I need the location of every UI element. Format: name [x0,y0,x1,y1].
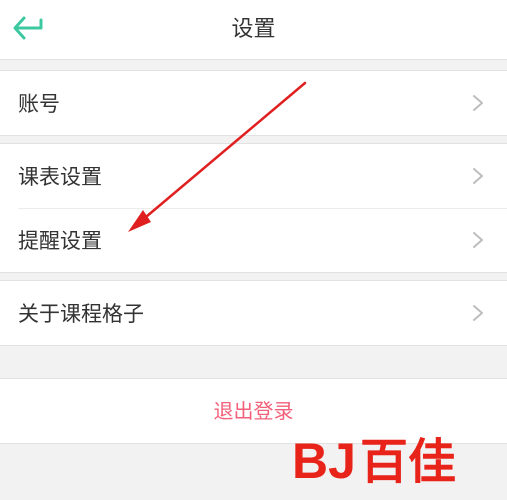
settings-item-label: 关于课程格子 [18,302,144,326]
settings-item-about[interactable]: 关于课程格子 [0,281,507,345]
svg-text:百佳: 百佳 [360,434,456,490]
svg-text:BJ: BJ [292,433,356,489]
settings-item-label: 课表设置 [18,165,102,189]
settings-item-reminder[interactable]: 提醒设置 [0,208,507,272]
settings-item-account[interactable]: 账号 [0,71,507,135]
chevron-right-icon [473,168,483,184]
chevron-right-icon [473,305,483,321]
account-group: 账号 [0,70,507,136]
settings-item-schedule[interactable]: 课表设置 [0,144,507,208]
chevron-right-icon [473,232,483,248]
settings-item-label: 账号 [18,92,60,116]
settings-item-label: 提醒设置 [18,229,102,253]
about-group: 关于课程格子 [0,280,507,346]
watermark-logo: BJ 百佳 [290,426,490,490]
page-title: 设置 [231,17,276,42]
schedule-group: 课表设置 提醒设置 [0,143,507,273]
header-bar: 设置 [0,0,507,60]
chevron-right-icon [473,95,483,111]
